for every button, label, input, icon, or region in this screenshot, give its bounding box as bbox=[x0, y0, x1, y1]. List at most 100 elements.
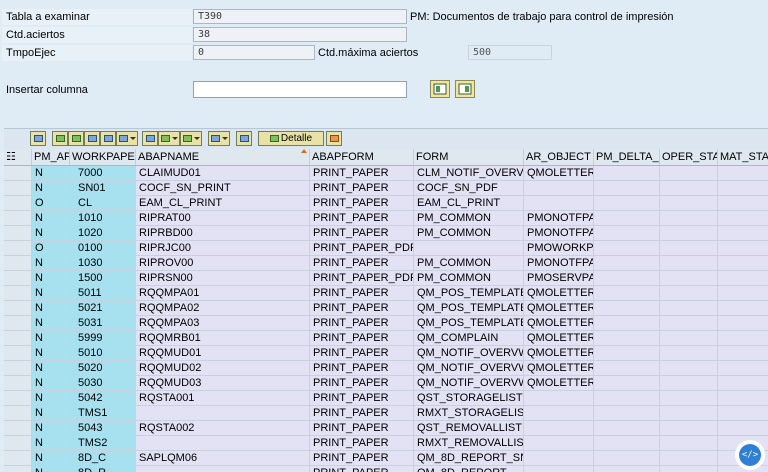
table-cell[interactable] bbox=[524, 196, 594, 211]
table-cell[interactable] bbox=[718, 391, 768, 406]
table-cell[interactable]: CLM_NOTIF_OVERVW bbox=[414, 166, 524, 181]
row-selector[interactable] bbox=[4, 166, 32, 181]
table-cell[interactable]: PM_COMMON bbox=[414, 271, 524, 286]
table-cell[interactable]: QMOLETTER3 bbox=[524, 301, 594, 316]
table-cell[interactable] bbox=[718, 211, 768, 226]
table-cell[interactable]: QM_POS_TEMPLATE2 bbox=[414, 301, 524, 316]
table-cell[interactable]: PRINT_PAPER bbox=[310, 196, 414, 211]
table-cell[interactable]: QMOLETTER1 bbox=[524, 331, 594, 346]
table-cell[interactable] bbox=[594, 391, 660, 406]
table-cell[interactable] bbox=[718, 331, 768, 346]
table-cell[interactable] bbox=[524, 391, 594, 406]
table-cell[interactable]: RQQMRB01 bbox=[136, 331, 310, 346]
row-selector[interactable] bbox=[4, 196, 32, 211]
table-cell[interactable] bbox=[660, 451, 718, 466]
tmpo-ejec-field[interactable]: 0 bbox=[193, 45, 315, 60]
table-row[interactable]: N 7000 CLAIMUD01 PRINT_PAPER CLM_NOTIF_OVERV… bbox=[4, 166, 768, 181]
table-cell[interactable]: EAM_CL_PRINT bbox=[414, 196, 524, 211]
table-cell[interactable]: RQQMPA01 bbox=[136, 286, 310, 301]
table-cell[interactable]: RIPRJC00 bbox=[136, 241, 310, 256]
table-cell[interactable] bbox=[718, 346, 768, 361]
table-cell[interactable]: N bbox=[32, 361, 70, 376]
table-cell[interactable]: PRINT_PAPER bbox=[310, 316, 414, 331]
table-cell[interactable]: N bbox=[32, 256, 70, 271]
views-button[interactable] bbox=[158, 131, 180, 146]
table-cell[interactable] bbox=[660, 391, 718, 406]
table-cell[interactable]: 8D_R bbox=[70, 466, 136, 472]
table-cell[interactable]: QM_POS_TEMPLATE1 bbox=[414, 286, 524, 301]
row-selector[interactable] bbox=[4, 376, 32, 391]
table-cell[interactable] bbox=[660, 271, 718, 286]
table-cell[interactable] bbox=[594, 271, 660, 286]
table-row[interactable]: N 5031 RQQMPA03 PRINT_PAPER QM_POS_TEMPLATE3… bbox=[4, 316, 768, 331]
table-cell[interactable]: PRINT_PAPER bbox=[310, 211, 414, 226]
table-cell[interactable]: EAM_CL_PRINT bbox=[136, 196, 310, 211]
table-cell[interactable]: QM_NOTIF_OVERVW1 bbox=[414, 346, 524, 361]
ctd-maxima-field[interactable]: 500 bbox=[468, 45, 552, 60]
table-cell[interactable]: PRINT_PAPER bbox=[310, 166, 414, 181]
table-cell[interactable] bbox=[136, 436, 310, 451]
table-cell[interactable]: N bbox=[32, 286, 70, 301]
row-selector[interactable] bbox=[4, 271, 32, 286]
table-cell[interactable]: 1500 bbox=[70, 271, 136, 286]
table-cell[interactable] bbox=[660, 226, 718, 241]
table-cell[interactable] bbox=[718, 316, 768, 331]
table-cell[interactable] bbox=[594, 466, 660, 472]
row-selector[interactable] bbox=[4, 181, 32, 196]
table-cell[interactable] bbox=[594, 226, 660, 241]
table-cell[interactable] bbox=[594, 406, 660, 421]
table-cell[interactable] bbox=[594, 436, 660, 451]
table-cell[interactable]: PRINT_PAPER bbox=[310, 421, 414, 436]
row-selector[interactable] bbox=[4, 211, 32, 226]
table-cell[interactable] bbox=[594, 256, 660, 271]
table-cell[interactable] bbox=[594, 196, 660, 211]
table-cell[interactable]: RIPRAT00 bbox=[136, 211, 310, 226]
sort-descending-button[interactable] bbox=[68, 131, 84, 146]
table-cell[interactable]: SN01 bbox=[70, 181, 136, 196]
table-cell[interactable] bbox=[594, 286, 660, 301]
table-cell[interactable]: QMOLETTER2 bbox=[524, 361, 594, 376]
export-button[interactable] bbox=[180, 131, 202, 146]
table-cell[interactable] bbox=[660, 301, 718, 316]
table-cell[interactable] bbox=[524, 181, 594, 196]
table-cell[interactable]: RQQMUD03 bbox=[136, 376, 310, 391]
table-cell[interactable]: 5030 bbox=[70, 376, 136, 391]
tabla-field[interactable]: T390 bbox=[193, 9, 407, 24]
table-cell[interactable]: QM_NOTIF_OVERVW3 bbox=[414, 376, 524, 391]
table-row[interactable]: N 1030 RIPROV00 PRINT_PAPER PM_COMMON PMONOTF… bbox=[4, 256, 768, 271]
table-cell[interactable]: N bbox=[32, 391, 70, 406]
table-row[interactable]: N 5020 RQQMUD02 PRINT_PAPER QM_NOTIF_OVERVW2… bbox=[4, 361, 768, 376]
table-cell[interactable]: PRINT_PAPER bbox=[310, 466, 414, 472]
table-row[interactable]: N 1500 RIPRSN00 PRINT_PAPER_PDF PM_COMMON PMO… bbox=[4, 271, 768, 286]
row-selector[interactable] bbox=[4, 256, 32, 271]
table-cell[interactable] bbox=[660, 166, 718, 181]
table-cell[interactable]: PMOSERVPAP bbox=[524, 271, 594, 286]
table-row[interactable]: N 5042 RQSTA001 PRINT_PAPER QST_STORAGELIST bbox=[4, 391, 768, 406]
table-row[interactable]: N 5011 RQQMPA01 PRINT_PAPER QM_POS_TEMPLATE1… bbox=[4, 286, 768, 301]
table-cell[interactable] bbox=[718, 196, 768, 211]
table-cell[interactable]: QMOLETTER3 bbox=[524, 286, 594, 301]
table-cell[interactable]: PRINT_PAPER bbox=[310, 451, 414, 466]
table-cell[interactable]: QST_REMOVALLIST bbox=[414, 421, 524, 436]
table-cell[interactable] bbox=[660, 196, 718, 211]
table-cell[interactable] bbox=[660, 346, 718, 361]
table-cell[interactable] bbox=[524, 406, 594, 421]
table-cell[interactable]: PRINT_PAPER bbox=[310, 331, 414, 346]
layout-button[interactable] bbox=[208, 131, 230, 146]
table-row[interactable]: N 5043 RQSTA002 PRINT_PAPER QST_REMOVALLIST bbox=[4, 421, 768, 436]
table-cell[interactable] bbox=[660, 406, 718, 421]
table-cell[interactable] bbox=[594, 346, 660, 361]
table-cell[interactable] bbox=[718, 406, 768, 421]
table-cell[interactable] bbox=[660, 286, 718, 301]
table-cell[interactable]: N bbox=[32, 346, 70, 361]
table-row[interactable]: N SN01 COCF_SN_PRINT PRINT_PAPER COCF_SN_PDF bbox=[4, 181, 768, 196]
table-cell[interactable] bbox=[718, 361, 768, 376]
table-cell[interactable]: SAPLQM06 bbox=[136, 451, 310, 466]
table-cell[interactable] bbox=[594, 361, 660, 376]
table-cell[interactable]: QMOLETTER2 bbox=[524, 376, 594, 391]
table-cell[interactable]: O bbox=[32, 241, 70, 256]
technical-button[interactable] bbox=[326, 131, 342, 146]
table-cell[interactable]: PMONOTFPAP bbox=[524, 256, 594, 271]
table-cell[interactable] bbox=[718, 376, 768, 391]
filter-button[interactable] bbox=[116, 131, 138, 146]
